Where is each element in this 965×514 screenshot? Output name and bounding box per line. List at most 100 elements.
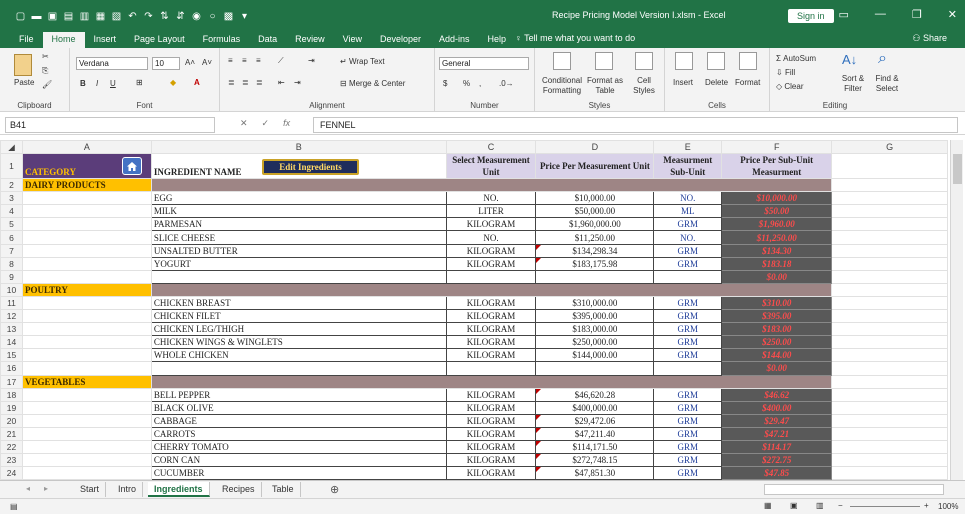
price-per-unit-cell[interactable]: $10,000.00: [535, 191, 655, 206]
scrollbar-thumb[interactable]: [953, 154, 962, 184]
conditional-formatting-button[interactable]: Conditional Formatting: [541, 76, 583, 96]
empty-cell[interactable]: [831, 230, 948, 245]
autosum-button[interactable]: Σ AutoSum: [776, 54, 816, 63]
ribbon-tab-formulas[interactable]: Formulas: [194, 32, 250, 48]
sort-filter-icon[interactable]: A↓: [842, 52, 857, 67]
ribbon-tab-file[interactable]: File: [10, 32, 43, 48]
ingredient-name-cell[interactable]: YOGURT: [150, 256, 447, 271]
tell-me-search[interactable]: ♀ Tell me what you want to do: [515, 33, 635, 43]
ingredient-name-cell[interactable]: CHICKEN WINGS & WINGLETS: [150, 335, 447, 350]
currency-button[interactable]: $: [443, 79, 447, 88]
price-per-sub-unit-cell[interactable]: $0.00: [721, 361, 833, 376]
sub-unit-cell[interactable]: [653, 269, 723, 284]
column-header-g[interactable]: G: [831, 140, 948, 155]
price-per-unit-cell[interactable]: $400,000.00: [535, 400, 655, 415]
sheet-tab-start[interactable]: Start: [74, 482, 107, 497]
open-folder-icon[interactable]: ▬: [30, 10, 43, 23]
ribbon-tab-add-ins[interactable]: Add-ins: [430, 32, 479, 48]
percent-button[interactable]: %: [463, 79, 470, 88]
column-header-c[interactable]: C: [445, 140, 537, 155]
row-header[interactable]: 11: [0, 295, 23, 311]
sub-unit-cell[interactable]: GRM: [653, 256, 723, 271]
font-color-icon[interactable]: A: [194, 78, 200, 87]
category-name[interactable]: DAIRY PRODUCTS: [21, 178, 152, 193]
zoom-out-icon[interactable]: −: [838, 501, 843, 510]
price-per-sub-unit-cell[interactable]: $250.00: [721, 335, 833, 350]
sub-unit-cell[interactable]: GRM: [653, 439, 723, 455]
increase-font-icon[interactable]: A˄: [185, 58, 195, 67]
category-cell[interactable]: [21, 230, 152, 245]
empty-cell[interactable]: [831, 191, 948, 206]
cancel-icon[interactable]: ✕: [240, 118, 248, 129]
sub-unit-cell[interactable]: NO.: [653, 191, 723, 206]
ingredient-name-cell[interactable]: SLICE CHEESE: [150, 230, 447, 245]
price-per-sub-unit-cell[interactable]: $395.00: [721, 309, 833, 324]
decrease-indent-icon[interactable]: ⇤: [278, 78, 285, 87]
edit-ingredients-button[interactable]: Edit Ingredients: [262, 159, 359, 175]
measurement-unit-cell[interactable]: [445, 361, 537, 376]
price-per-unit-cell[interactable]: $310,000.00: [535, 295, 655, 311]
price-per-sub-unit-header[interactable]: Price Per Sub-Unit Measurment: [721, 153, 833, 180]
name-box[interactable]: B41: [5, 117, 215, 133]
decrease-font-icon[interactable]: A˅: [202, 58, 212, 67]
price-per-unit-cell[interactable]: $183,175.98: [535, 256, 655, 271]
row-header[interactable]: 9: [0, 269, 23, 284]
ribbon-tab-insert[interactable]: Insert: [85, 32, 126, 48]
measurement-unit-cell[interactable]: KILOGRAM: [445, 295, 537, 311]
column-header-b[interactable]: B: [150, 140, 447, 155]
price-per-sub-unit-cell[interactable]: $272.75: [721, 453, 833, 468]
zoom-level[interactable]: 100%: [938, 502, 958, 511]
row-header[interactable]: 17: [0, 374, 23, 389]
cell-styles-icon[interactable]: [635, 52, 653, 70]
sheet-tab-intro[interactable]: Intro: [112, 482, 144, 497]
category-cell[interactable]: [21, 191, 152, 206]
ingredient-name-cell[interactable]: CHERRY TOMATO: [150, 439, 447, 455]
sub-unit-cell[interactable]: GRM: [653, 466, 723, 480]
merge-center-button[interactable]: ⊟ Merge & Center: [340, 79, 405, 88]
paste-icon[interactable]: [14, 54, 32, 76]
cell-styles-button[interactable]: Cell Styles: [629, 76, 659, 96]
category-cell[interactable]: [21, 217, 152, 232]
conditional-formatting-icon[interactable]: [553, 52, 571, 70]
ribbon-tab-review[interactable]: Review: [286, 32, 334, 48]
price-per-sub-unit-cell[interactable]: $29.47: [721, 413, 833, 428]
normal-view-icon[interactable]: ▦: [764, 501, 772, 510]
row-header[interactable]: 23: [0, 453, 23, 468]
price-per-unit-cell[interactable]: $134,298.34: [535, 243, 655, 258]
fill-color-icon[interactable]: ◆: [170, 78, 176, 87]
format-as-table-button[interactable]: Format as Table: [587, 76, 623, 96]
ingredient-name-cell[interactable]: CARROTS: [150, 426, 447, 441]
ingredient-name-cell[interactable]: CORN CAN: [150, 453, 447, 468]
price-per-unit-cell[interactable]: $46,620.28: [535, 387, 655, 402]
category-cell[interactable]: [21, 466, 152, 480]
row-header[interactable]: 18: [0, 387, 23, 402]
row-header[interactable]: 19: [0, 400, 23, 415]
format-button[interactable]: Format: [735, 78, 760, 87]
category-cell[interactable]: [21, 269, 152, 284]
empty-cell[interactable]: [831, 413, 948, 428]
comment-indicator-icon[interactable]: [536, 245, 542, 250]
orientation-icon[interactable]: ⟋: [278, 56, 284, 66]
price-per-unit-cell[interactable]: $183,000.00: [535, 322, 655, 337]
close-icon[interactable]: ✕: [948, 8, 957, 21]
comment-indicator-icon[interactable]: [536, 428, 542, 433]
price-per-sub-unit-cell[interactable]: $50.00: [721, 204, 833, 219]
find-magnifier-icon[interactable]: ⌕: [878, 50, 887, 68]
row-header[interactable]: 24: [0, 466, 23, 480]
ingredient-name-cell[interactable]: PARMESAN: [150, 217, 447, 232]
measurement-unit-cell[interactable]: KILOGRAM: [445, 217, 537, 232]
measurement-unit-cell[interactable]: NO.: [445, 230, 537, 245]
empty-cell[interactable]: [831, 400, 948, 415]
empty-cell[interactable]: [831, 466, 948, 480]
find-select-button[interactable]: Find & Select: [870, 74, 904, 94]
wrap-text-button[interactable]: ↵ Wrap Text: [340, 57, 385, 66]
sort-desc-icon[interactable]: ⇵: [174, 10, 187, 23]
row-header[interactable]: 1: [0, 153, 23, 180]
empty-cell[interactable]: [831, 348, 948, 363]
increase-indent-icon[interactable]: ⇥: [294, 78, 301, 87]
empty-cell[interactable]: [831, 426, 948, 441]
measurement-unit-cell[interactable]: KILOGRAM: [445, 309, 537, 324]
ribbon-display-icon[interactable]: ▭: [839, 8, 849, 21]
sub-unit-cell[interactable]: ML: [653, 204, 723, 219]
row-header[interactable]: 10: [0, 282, 23, 297]
